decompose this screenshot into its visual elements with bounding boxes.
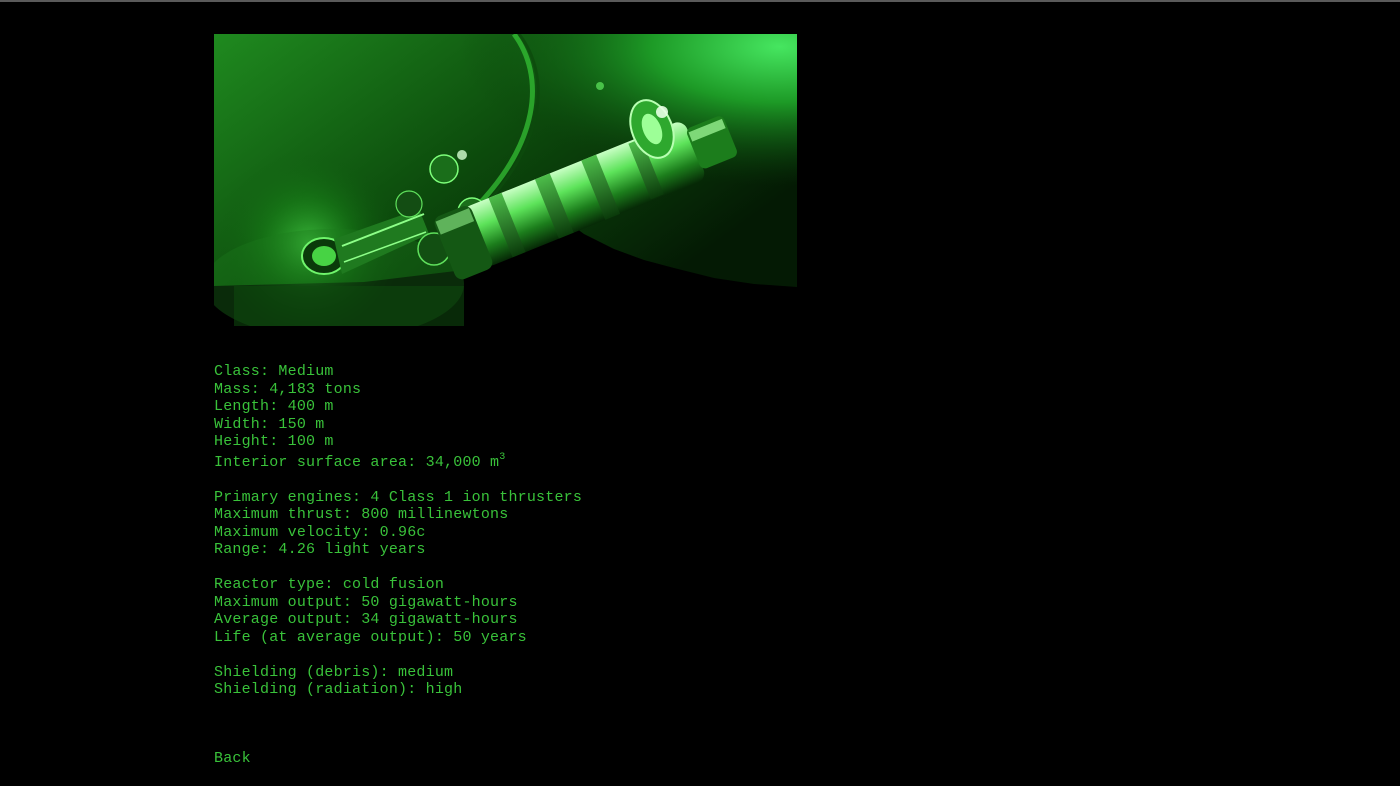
window-top-border <box>0 0 1400 2</box>
spec-list: Class: Medium Mass: 4,183 tons Length: 4… <box>214 363 582 699</box>
spec-thrust: Maximum thrust: 800 millinewtons <box>214 506 509 523</box>
spec-reactor-type: Reactor type: cold fusion <box>214 576 445 593</box>
spec-width: Width: 150 m <box>214 415 325 433</box>
spec-interior-area-text: Interior surface area: 34,000 m <box>214 453 500 471</box>
spacer <box>214 471 582 489</box>
spec-shielding-debris: Shielding (debris): medium <box>214 663 454 681</box>
spec-shielding-radiation: Shielding (radiation): high <box>214 681 463 698</box>
spec-mass: Mass: 4,183 tons <box>214 380 362 398</box>
spec-reactor-life: Life (at average output): 50 years <box>214 628 527 646</box>
spec-avg-output: Average output: 34 gigawatt-hours <box>214 611 518 628</box>
spec-max-output: Maximum output: 50 gigawatt-hours <box>214 593 518 611</box>
spec-interior-area-exponent: 3 <box>499 451 506 463</box>
spec-height: Height: 100 m <box>214 433 334 450</box>
spec-interior-area: Interior surface area: 34,000 m3 <box>214 451 582 472</box>
spaceship-image <box>214 34 797 326</box>
spec-class: Class: Medium <box>214 363 334 380</box>
spacer <box>214 646 582 664</box>
spec-engines: Primary engines: 4 Class 1 ion thrusters <box>214 488 583 506</box>
spacer <box>214 559 582 577</box>
back-link[interactable]: Back <box>214 750 251 767</box>
spec-length: Length: 400 m <box>214 398 334 415</box>
spec-velocity: Maximum velocity: 0.96c <box>214 523 426 541</box>
spec-range: Range: 4.26 light years <box>214 541 426 558</box>
